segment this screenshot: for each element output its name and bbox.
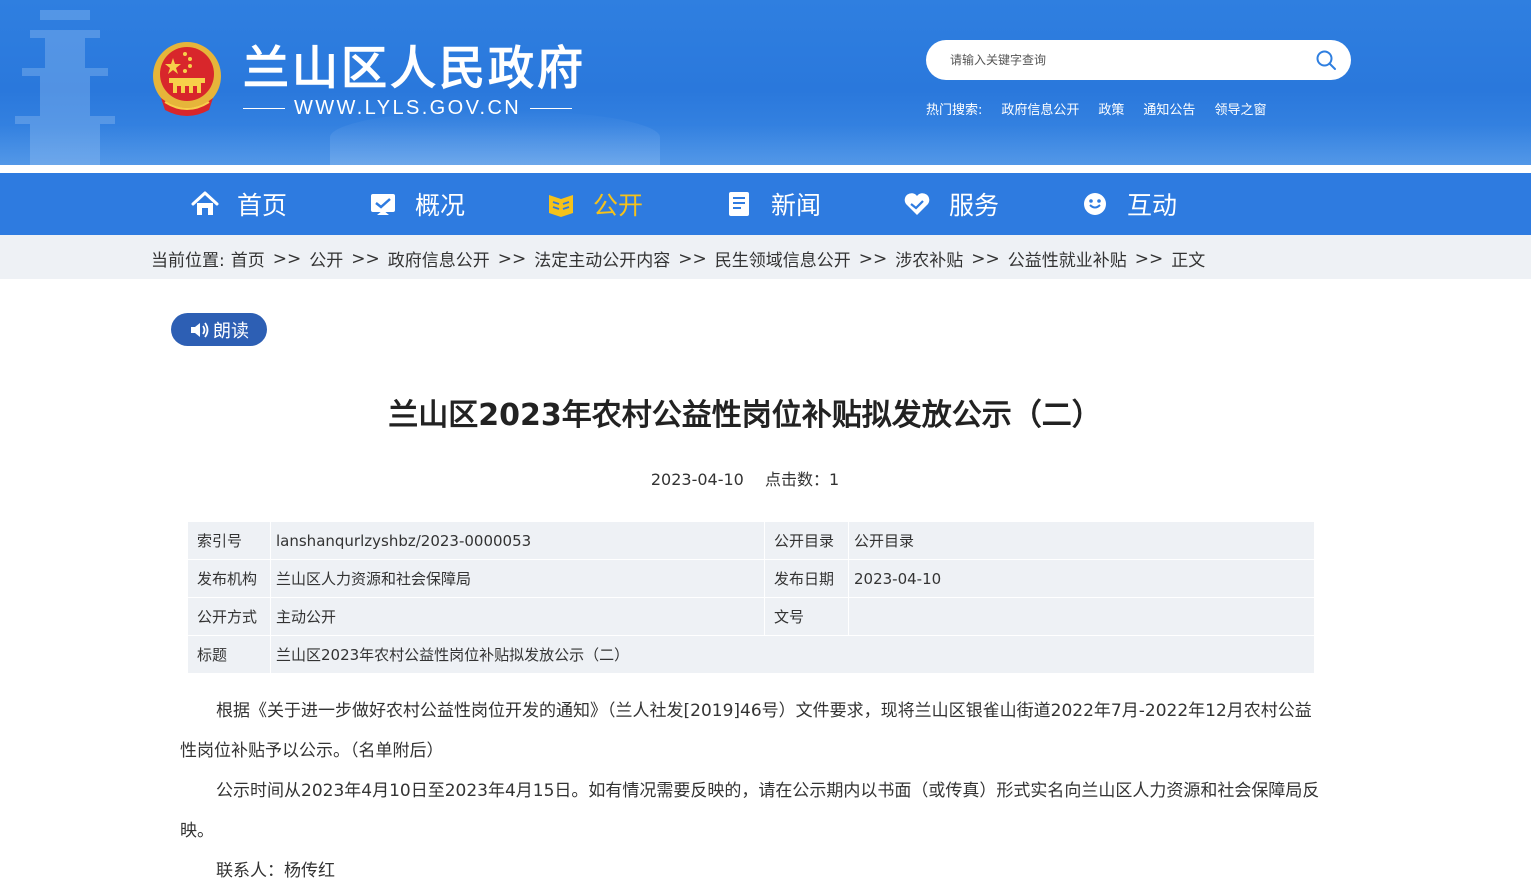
site-url: WWW.LYLS.GOV.CN [243,96,573,120]
hot-link-policy[interactable]: 政策 [1098,99,1124,118]
hot-search-label: 热门搜索: [926,103,983,118]
pubdate-label: 发布日期 [764,559,849,598]
hot-link-gov-info[interactable]: 政府信息公开 [1001,99,1079,118]
speaker-icon [191,321,209,338]
site-header: 兰山区人民政府 WWW.LYLS.GOV.CN 热门搜索: 政府信息公开 政策 … [0,0,1531,165]
table-row: 公开方式 主动公开 文号 [187,597,1315,636]
read-aloud-label: 朗读 [213,320,249,342]
table-row: 发布机构 兰山区人力资源和社会保障局 发布日期 2023-04-10 [187,559,1315,598]
mode-label: 公开方式 [187,597,271,636]
breadcrumb-separator: >> [1134,248,1164,269]
breadcrumb-statutory[interactable]: 法定主动公开内容 [534,246,670,271]
org-value: 兰山区人力资源和社会保障局 [270,559,765,598]
search-input[interactable] [950,53,1300,67]
publish-date: 2023-04-10 [650,470,744,489]
subject-value: 兰山区2023年农村公益性岗位补贴拟发放公示（二） [270,635,1315,674]
body-paragraph: 根据《关于进一步做好农村公益性岗位开发的通知》（兰人社发[2019]46号）文件… [180,701,1312,761]
nav-label: 首页 [237,191,288,220]
nav-label: 新闻 [771,191,822,220]
hot-link-leaders[interactable]: 领导之窗 [1214,99,1266,118]
breadcrumb-home[interactable]: 首页 [231,246,265,271]
breadcrumb-separator: >> [678,248,707,269]
interaction-icon [1084,193,1106,215]
nav-item-interaction[interactable]: 互动 [1081,173,1177,235]
hot-search: 热门搜索: 政府信息公开 政策 通知公告 领导之窗 [926,99,1285,118]
breadcrumb-prefix: 当前位置: [151,251,225,271]
nav-item-news[interactable]: 新闻 [725,173,821,235]
mode-value: 主动公开 [270,597,765,636]
breadcrumb: 当前位置: 首页 >> 公开 >> 政府信息公开 >> 法定主动公开内容 >> … [151,246,1205,272]
disclosure-icon [549,195,573,217]
nav-label: 互动 [1127,191,1178,220]
org-label: 发布机构 [187,559,271,598]
nav-item-home[interactable]: 首页 [191,173,287,235]
breadcrumb-separator: >> [351,248,380,269]
nav-item-overview[interactable]: 概况 [369,173,465,235]
document-info-table: 索引号 lanshanqurlzyshbz/2023-0000053 公开目录 … [187,521,1315,674]
catalog-label: 公开目录 [764,521,849,560]
nav-item-service[interactable]: 服务 [903,173,999,235]
breadcrumb-disclosure[interactable]: 公开 [309,246,343,271]
breadcrumb-gov-info[interactable]: 政府信息公开 [388,246,490,271]
body-paragraph: 联系人：杨传红 [216,861,335,881]
index-label: 索引号 [187,521,271,560]
site-name[interactable]: 兰山区人民政府 [243,32,586,98]
home-icon [191,191,219,215]
url-right-rule [530,107,573,109]
national-emblem-icon [153,42,221,116]
main-nav: 首页 概况 公开 新闻 服务 互动 [0,165,1531,235]
nav-item-disclosure[interactable]: 公开 [547,173,643,235]
pubdate-value: 2023-04-10 [848,559,1315,598]
catalog-value: 公开目录 [848,521,1315,560]
search-box [926,40,1351,80]
docno-value [848,597,1315,636]
breadcrumb-separator: >> [971,248,1000,269]
breadcrumb-separator: >> [272,248,302,269]
breadcrumb-separator: >> [858,248,888,269]
news-icon [729,192,749,216]
docno-label: 文号 [764,597,849,636]
table-row: 标题 兰山区2023年农村公益性岗位补贴拟发放公示（二） [187,635,1315,674]
article-title: 兰山区2023年农村公益性岗位补贴拟发放公示（二） [388,398,1102,433]
site-url-text: WWW.LYLS.GOV.CN [294,96,522,119]
search-icon[interactable] [1315,49,1337,71]
body-paragraph: 公示时间从2023年4月10日至2023年4月15日。如有情况需要反映的，请在公… [180,781,1320,841]
article-body: 根据《关于进一步做好农村公益性岗位开发的通知》（兰人社发[2019]46号）文件… [180,691,1320,891]
nav-label: 服务 [949,191,1000,220]
landscape-decoration [0,125,1531,165]
nav-label: 概况 [415,191,466,220]
url-left-rule [243,107,285,109]
breadcrumb-agri-subsidy[interactable]: 涉农补贴 [895,246,963,271]
breadcrumb-current[interactable]: 正文 [1171,246,1205,271]
read-aloud-button[interactable]: 朗读 [171,313,267,346]
table-row: 索引号 lanshanqurlzyshbz/2023-0000053 公开目录 … [187,521,1315,560]
subject-label: 标题 [187,635,271,674]
breadcrumb-separator: >> [497,248,527,269]
index-value: lanshanqurlzyshbz/2023-0000053 [270,521,765,560]
nav-label: 公开 [593,191,644,220]
article-meta: 2023-04-10 点击数：1 [0,466,1490,490]
service-icon [904,193,930,215]
breadcrumb-livelihood[interactable]: 民生领域信息公开 [715,246,851,271]
click-count: 点击数：1 [764,470,840,489]
overview-icon [371,194,395,215]
hot-link-notices[interactable]: 通知公告 [1143,99,1195,118]
breadcrumb-employment-subsidy[interactable]: 公益性就业补贴 [1008,246,1127,271]
